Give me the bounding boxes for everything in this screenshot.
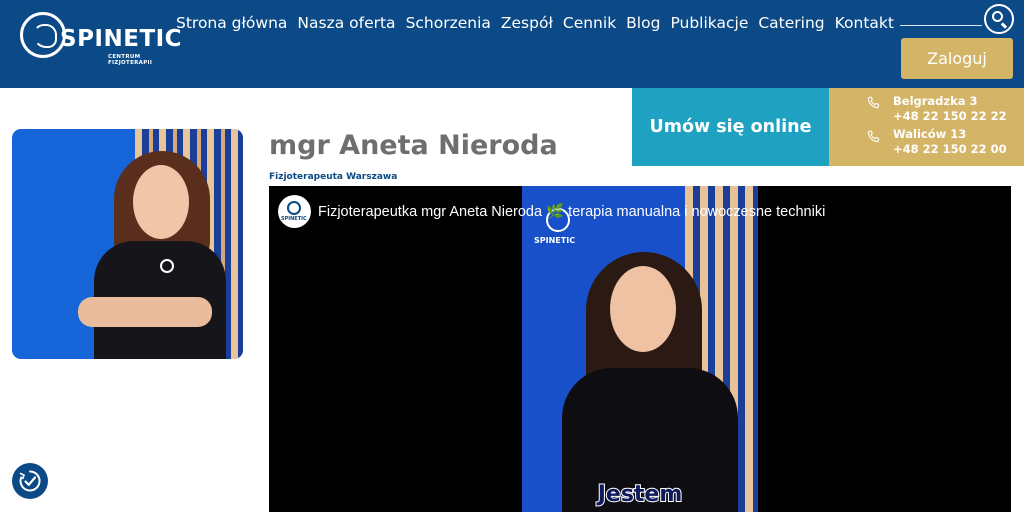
site-header: SPINETIC CENTRUM FIZJOTERAPII Strona głó… bbox=[0, 0, 1024, 88]
page-title: mgr Aneta Nieroda bbox=[269, 130, 558, 161]
logo-name: SPINETIC bbox=[60, 26, 183, 52]
nav-strona-glowna[interactable]: Strona główna bbox=[171, 10, 292, 38]
contact-box: Belgradzka 3 +48 22 150 22 22 Waliców 13… bbox=[829, 88, 1024, 166]
nav-schorzenia[interactable]: Schorzenia bbox=[401, 10, 496, 38]
search-button[interactable] bbox=[984, 4, 1014, 34]
location-walicow: Waliców 13 +48 22 150 22 00 bbox=[893, 127, 1007, 157]
logo-subtitle: CENTRUM FIZJOTERAPII bbox=[108, 54, 153, 66]
main-nav: Strona główna Nasza oferta Schorzenia Ze… bbox=[171, 10, 899, 38]
nav-blog[interactable]: Blog bbox=[621, 10, 665, 38]
header-divider bbox=[900, 25, 982, 26]
phone-icon bbox=[867, 130, 879, 143]
nav-nasza-oferta[interactable]: Nasza oferta bbox=[292, 10, 400, 38]
video-title[interactable]: Fizjoterapeutka mgr Aneta Nieroda 🌿 tera… bbox=[318, 203, 825, 220]
location-phone[interactable]: +48 22 150 22 22 bbox=[893, 109, 1007, 124]
channel-avatar[interactable]: SPINETIC bbox=[278, 195, 311, 228]
accessibility-button[interactable] bbox=[12, 463, 48, 499]
nav-kontakt[interactable]: Kontakt bbox=[830, 10, 899, 38]
shirt-logo-icon bbox=[160, 259, 174, 273]
video-frame: SPINETIC Jestem bbox=[522, 186, 758, 512]
profile-role: Fizjoterapeuta Warszawa bbox=[269, 172, 398, 182]
nav-cennik[interactable]: Cennik bbox=[558, 10, 621, 38]
accessibility-icon bbox=[19, 470, 41, 492]
location-phone[interactable]: +48 22 150 22 00 bbox=[893, 142, 1007, 157]
video-frame-logo-text: SPINETIC bbox=[534, 236, 576, 245]
channel-logo-text: SPINETIC bbox=[281, 216, 307, 222]
phone-icon bbox=[867, 96, 879, 109]
video-caption: Jestem bbox=[597, 481, 684, 508]
spinetic-logo[interactable]: SPINETIC CENTRUM FIZJOTERAPII bbox=[20, 12, 183, 66]
location-street: Belgradzka 3 bbox=[893, 94, 978, 108]
profile-photo bbox=[12, 129, 243, 359]
video-player[interactable]: SPINETIC Jestem SPINETIC Fizjoterapeutka… bbox=[269, 186, 1011, 512]
nav-catering[interactable]: Catering bbox=[753, 10, 829, 38]
nav-publikacje[interactable]: Publikacje bbox=[665, 10, 753, 38]
location-street: Waliców 13 bbox=[893, 127, 967, 141]
location-belgradzka: Belgradzka 3 +48 22 150 22 22 bbox=[893, 94, 1007, 124]
nav-zespol[interactable]: Zespół bbox=[496, 10, 558, 38]
login-button[interactable]: Zaloguj bbox=[901, 38, 1013, 79]
book-online-button[interactable]: Umów się online bbox=[632, 88, 829, 166]
